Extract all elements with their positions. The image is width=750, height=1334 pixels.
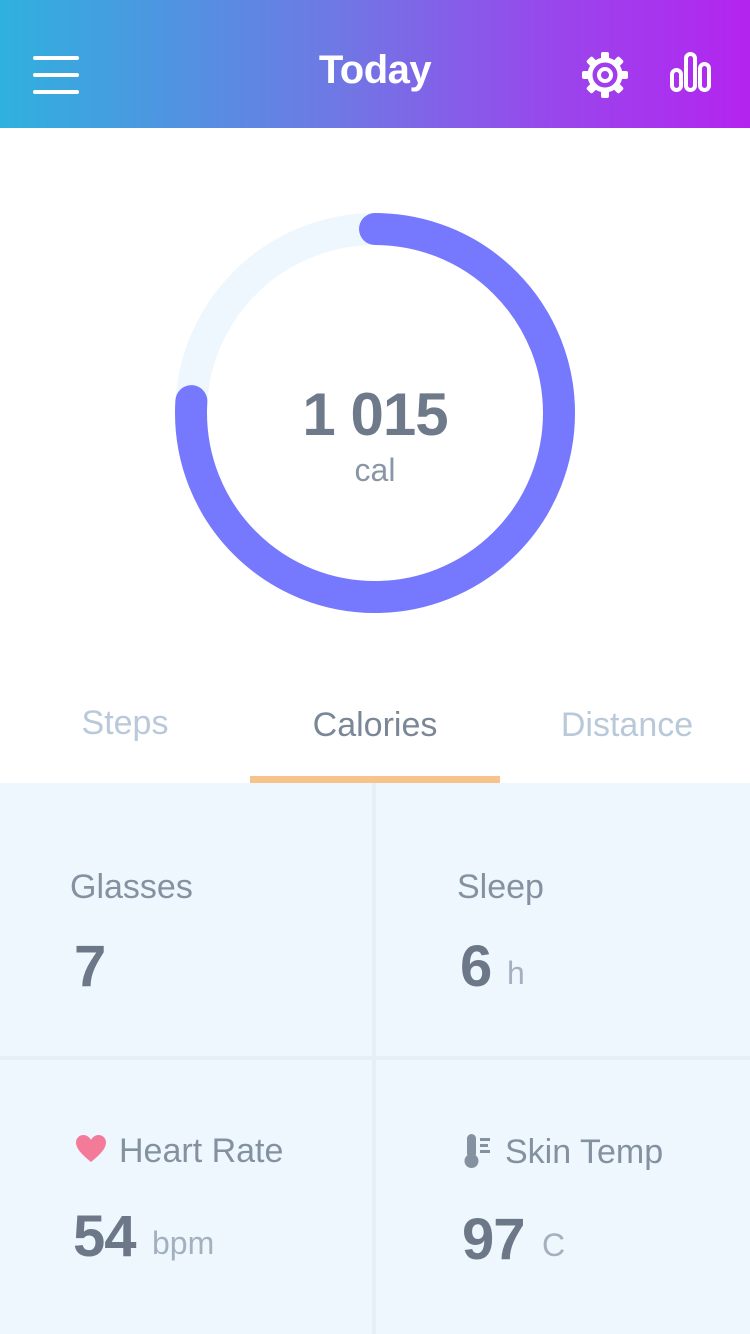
skin-temp-value: 97 xyxy=(462,1207,526,1272)
calories-value: 1 015 xyxy=(302,381,448,448)
tab-calories[interactable]: Calories xyxy=(250,706,500,745)
sleep-value: 6 xyxy=(460,934,492,999)
heart-rate-value: 54 xyxy=(73,1204,137,1269)
calories-unit: cal xyxy=(354,452,396,488)
app-header: Today xyxy=(0,0,750,128)
glasses-label: Glasses xyxy=(70,868,193,906)
tab-steps[interactable]: Steps xyxy=(0,704,250,743)
sleep-label: Sleep xyxy=(457,868,544,906)
thermometer-icon xyxy=(464,1132,492,1175)
skin-temp-label: Skin Temp xyxy=(505,1133,664,1171)
heart-rate-label: Heart Rate xyxy=(119,1132,284,1170)
sleep-unit: h xyxy=(507,955,525,991)
tab-distance[interactable]: Distance xyxy=(502,706,750,745)
glasses-value: 7 xyxy=(74,934,106,999)
active-tab-indicator xyxy=(250,776,500,783)
stats-grid: Glasses 7 Sleep 6 h Heart Rate 54 bpm Sk… xyxy=(0,783,750,1334)
gear-icon[interactable] xyxy=(580,50,630,100)
page-title: Today xyxy=(318,48,432,92)
grid-divider-horizontal xyxy=(0,1056,750,1060)
skin-temp-unit: C xyxy=(542,1227,566,1263)
bar-chart-icon[interactable] xyxy=(666,48,714,96)
heart-rate-unit: bpm xyxy=(152,1225,215,1261)
heart-icon xyxy=(76,1135,106,1168)
